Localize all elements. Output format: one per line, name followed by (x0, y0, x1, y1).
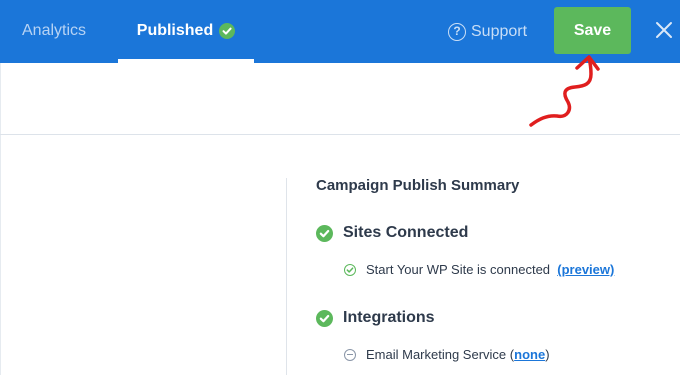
list-item: Email Marketing Service (none) (344, 347, 550, 362)
section-integrations: Integrations (316, 309, 435, 327)
section-sites-connected: Sites Connected (316, 224, 468, 242)
support-link[interactable]: ? Support (448, 0, 527, 63)
active-tab-indicator (118, 59, 254, 63)
site-connected-text: Start Your WP Site is connected (366, 262, 551, 277)
support-label: Support (471, 22, 528, 40)
list-item: Start Your WP Site is connected (preview… (344, 262, 614, 277)
minus-circle-icon (344, 348, 356, 361)
tab-analytics[interactable]: Analytics (22, 0, 86, 63)
preview-link[interactable]: (preview) (557, 262, 614, 277)
save-button[interactable]: Save (554, 7, 631, 54)
tab-published-label: Published (136, 22, 214, 39)
none-link[interactable]: none (514, 347, 545, 362)
check-circle-icon (316, 224, 333, 242)
integration-text: Email Marketing Service (366, 347, 507, 362)
close-icon[interactable] (655, 21, 673, 39)
tab-published[interactable]: Published (118, 0, 254, 63)
section-divider (0, 134, 680, 135)
check-outline-icon (344, 263, 356, 276)
section-title-label: Sites Connected (343, 224, 469, 241)
help-circle-icon: ? (448, 22, 466, 41)
section-title-label: Integrations (343, 309, 435, 326)
published-check-icon (219, 22, 236, 39)
column-divider (286, 178, 287, 375)
panel-left-border (0, 63, 1, 375)
check-circle-icon (316, 309, 333, 327)
tab-analytics-label: Analytics (22, 22, 87, 39)
annotation-arrow-icon (529, 55, 600, 127)
summary-title: Campaign Publish Summary (316, 177, 520, 194)
link-suffix: ) (545, 347, 550, 362)
